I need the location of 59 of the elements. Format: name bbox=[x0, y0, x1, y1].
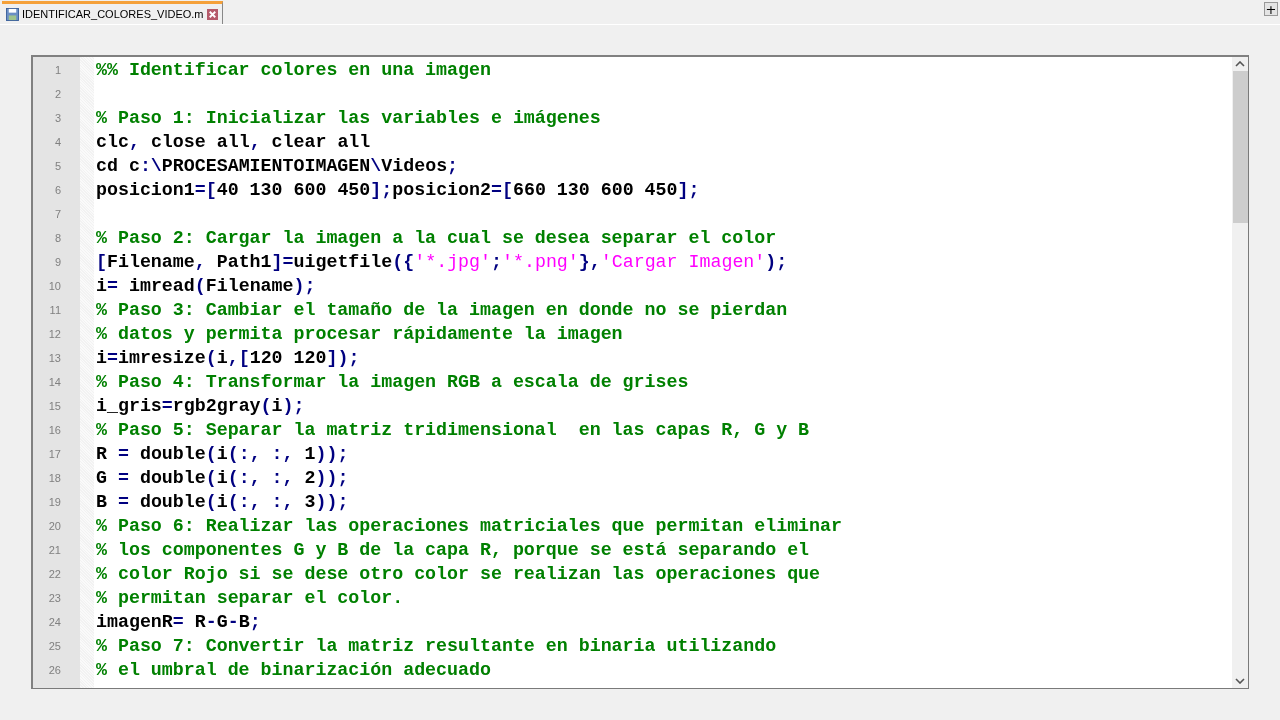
code-line: G = double(i(:, :, 2)); bbox=[96, 467, 349, 490]
line-number: 17 bbox=[47, 447, 62, 462]
code-comment: % Paso 5: Separar la matriz tridimensional en las capas R, G y B bbox=[96, 419, 810, 442]
code-line: i_gris=rgb2gray(i); bbox=[96, 395, 305, 418]
line-number: 6 bbox=[53, 183, 62, 198]
line-number: 18 bbox=[47, 471, 62, 486]
new-tab-button[interactable]: + bbox=[1264, 2, 1278, 16]
code-comment: % Paso 2: Cargar la imagen a la cual se desea separar el color bbox=[96, 227, 777, 250]
line-number: 26 bbox=[47, 663, 62, 678]
code-comment: % Paso 3: Cambiar el tamaño de la imagen en donde no se pierdan bbox=[96, 299, 788, 322]
scroll-up-icon[interactable] bbox=[1235, 61, 1245, 67]
code-line: B = double(i(:, :, 3)); bbox=[96, 491, 349, 514]
code-line: imagenR= R-G-B; bbox=[96, 611, 261, 634]
line-number: 4 bbox=[53, 135, 62, 150]
line-number: 22 bbox=[47, 567, 62, 582]
close-icon[interactable] bbox=[206, 8, 218, 20]
code-line: R = double(i(:, :, 1)); bbox=[96, 443, 349, 466]
scroll-down-icon[interactable] bbox=[1235, 678, 1245, 684]
line-number: 9 bbox=[53, 255, 62, 270]
line-number: 12 bbox=[47, 327, 62, 342]
code-line: clc, close all, clear all bbox=[96, 131, 371, 154]
code-line: i= imread(Filename); bbox=[96, 275, 316, 298]
code-comment: %% Identificar colores en una imagen bbox=[96, 59, 491, 82]
line-number: 8 bbox=[53, 231, 62, 246]
line-number: 1 bbox=[53, 63, 62, 78]
line-number: 21 bbox=[47, 543, 62, 558]
code-comment: % Paso 7: Convertir la matriz resultante en binaria utilizando bbox=[96, 635, 777, 658]
code-line: cd c:\PROCESAMIENTOIMAGEN\Videos; bbox=[96, 155, 459, 178]
tab-label: IDENTIFICAR_COLORES_VIDEO.m bbox=[22, 8, 204, 20]
code-line: i=imresize(i,[120 120]); bbox=[96, 347, 360, 370]
line-number: 11 bbox=[48, 303, 62, 318]
line-number: 5 bbox=[53, 159, 62, 174]
line-number: 20 bbox=[47, 519, 62, 534]
code-comment: % Paso 4: Transformar la imagen RGB a escala de grises bbox=[96, 371, 689, 394]
file-tab[interactable]: IDENTIFICAR_COLORES_VIDEO.m bbox=[2, 1, 223, 24]
line-number: 10 bbox=[47, 279, 62, 294]
code-comment: % el umbral de binarización adecuado bbox=[96, 659, 491, 682]
line-number: 15 bbox=[47, 399, 62, 414]
line-number: 13 bbox=[47, 351, 62, 366]
line-number: 14 bbox=[47, 375, 62, 390]
line-number: 16 bbox=[47, 423, 62, 438]
code-line: [Filename, Path1]=uigetfile({'*.jpg';'*.png'},'Cargar Imagen'); bbox=[96, 251, 788, 274]
line-number: 19 bbox=[47, 495, 62, 510]
line-number: 24 bbox=[47, 615, 62, 630]
scrollbar-thumb[interactable] bbox=[1232, 71, 1248, 223]
code-comment: % Paso 1: Inicializar las variables e imágenes bbox=[96, 107, 601, 130]
code-comment: % color Rojo si se dese otro color se realizan las operaciones que bbox=[96, 563, 821, 586]
line-number: 2 bbox=[53, 87, 62, 102]
code-comment: % Paso 6: Realizar las operaciones matriciales que permitan eliminar bbox=[96, 515, 842, 538]
line-number: 23 bbox=[47, 591, 62, 606]
vertical-scrollbar[interactable] bbox=[1232, 57, 1248, 688]
code-comment: % datos y permita procesar rápidamente la imagen bbox=[96, 323, 623, 346]
line-number: 7 bbox=[53, 207, 62, 222]
line-number: 25 bbox=[47, 639, 62, 654]
save-icon bbox=[6, 7, 19, 21]
code-line: posicion1=[40 130 600 450];posicion2=[660 130 600 450]; bbox=[96, 179, 700, 202]
line-number: 3 bbox=[53, 111, 62, 126]
code-comment: % permitan separar el color. bbox=[96, 587, 404, 610]
code-comment: % los componentes G y B de la capa R, porque se está separando el bbox=[96, 539, 810, 562]
